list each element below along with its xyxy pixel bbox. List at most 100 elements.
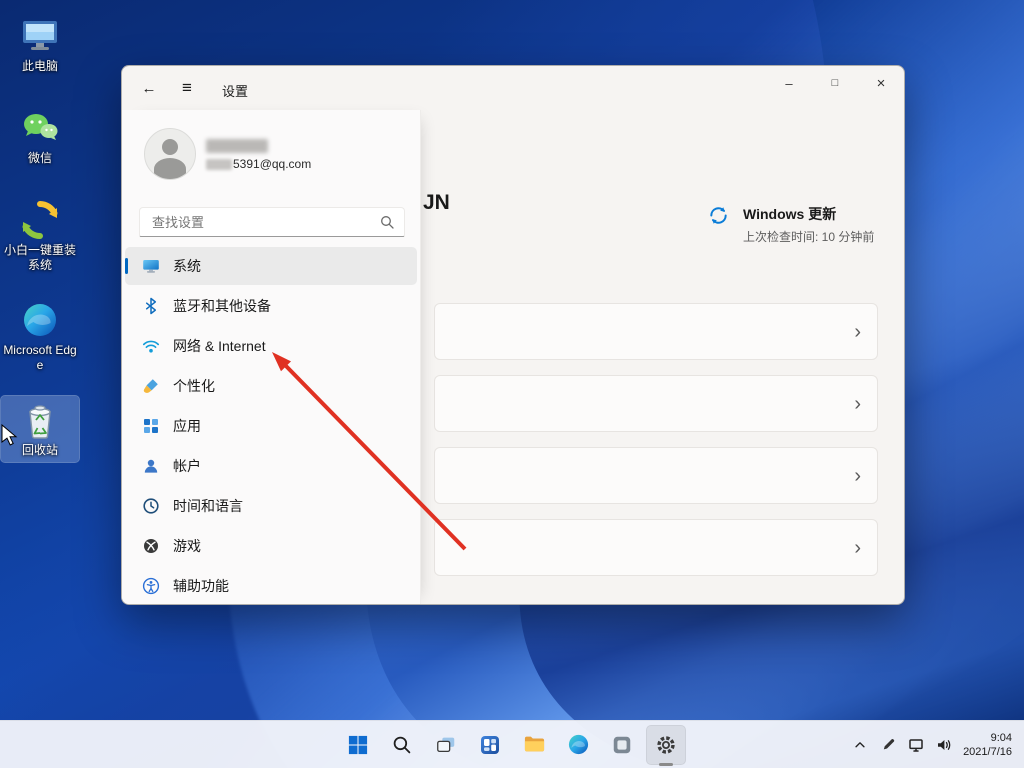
windows-update-status[interactable]: Windows 更新 上次检查时间: 10 分钟前 <box>707 204 874 245</box>
nav-item-personalization[interactable]: 个性化 <box>125 367 417 405</box>
settings-row[interactable]: › <box>434 375 878 432</box>
chevron-right-icon: › <box>854 464 861 487</box>
file-explorer-button[interactable] <box>514 725 554 765</box>
apps-grid-icon <box>142 417 160 435</box>
volume-tray-button[interactable] <box>931 726 957 764</box>
pen-icon <box>883 738 894 750</box>
search-icon <box>393 736 411 753</box>
widgets-button[interactable] <box>470 725 510 765</box>
hidden-icons-chevron[interactable] <box>847 726 873 764</box>
windows-update-icon <box>707 204 730 245</box>
clock-date: 2021/7/16 <box>963 745 1012 758</box>
avatar[interactable] <box>144 128 196 180</box>
nav-item-label: 辅助功能 <box>173 578 229 594</box>
user-email: 5391@qq.com <box>206 157 311 171</box>
windows-logo-icon <box>348 735 368 754</box>
nav-item-label: 游戏 <box>173 538 201 554</box>
display-icon <box>909 738 923 752</box>
taskbar: 9:04 2021/7/16 <box>0 720 1024 768</box>
taskbar-center-icons <box>338 721 686 768</box>
windows-update-title: Windows 更新 <box>743 206 837 222</box>
search-icon <box>380 215 394 229</box>
nav-item-system[interactable]: 系统 <box>125 247 417 285</box>
gear-icon <box>657 735 675 754</box>
nav-item-apps[interactable]: 应用 <box>125 407 417 445</box>
nav-item-label: 网络 & Internet <box>173 338 266 354</box>
start-button[interactable] <box>338 725 378 765</box>
desktop-icon-wechat[interactable]: 微信 <box>1 104 79 170</box>
user-name-redacted <box>206 139 268 153</box>
edge-taskbar-button[interactable] <box>558 725 598 765</box>
avatar-head <box>162 139 178 155</box>
window-controls: – □ × <box>766 66 904 100</box>
desktop-icon-xiaobai-reinstall[interactable]: 小白一键重装系统 <box>1 196 79 277</box>
reinstall-icon <box>19 200 61 240</box>
person-icon <box>142 457 160 475</box>
nav-item-bluetooth-devices[interactable]: 蓝牙和其他设备 <box>125 287 417 325</box>
window-titlebar: ← ≡ 设置 – □ × <box>122 66 904 110</box>
chevron-right-icon: › <box>854 392 861 415</box>
maximize-button[interactable]: □ <box>812 66 858 100</box>
settings-nav-list: 系统 蓝牙和其他设备 网络 & Internet 个性化 应用 帐户 时间和语言… <box>122 247 420 604</box>
window-title: 设置 <box>222 84 249 99</box>
wifi-icon <box>142 337 160 355</box>
recycle-bin-icon <box>19 400 61 440</box>
display-tray-button[interactable] <box>903 726 929 764</box>
taskbar-search-button[interactable] <box>382 725 422 765</box>
settings-row[interactable]: › <box>434 303 878 360</box>
search-input[interactable] <box>140 214 380 230</box>
settings-search-box <box>139 207 405 237</box>
desktop-icon-label: 小白一键重装系统 <box>3 243 76 272</box>
task-view-button[interactable] <box>426 725 466 765</box>
minimize-button[interactable]: – <box>766 66 812 100</box>
desktop-icon-recycle-bin[interactable]: 回收站 <box>0 395 80 463</box>
email-text: 5391@qq.com <box>233 157 312 171</box>
nav-item-label: 应用 <box>173 418 201 434</box>
desktop-icon-label: Microsoft Edge <box>3 343 77 372</box>
task-view-icon <box>437 737 455 752</box>
nav-item-label: 系统 <box>173 258 201 274</box>
taskbar-system-tray: 9:04 2021/7/16 <box>847 721 1020 768</box>
desktop-icon-this-pc[interactable]: 此电脑 <box>1 12 79 78</box>
settings-window: ← ≡ 设置 – □ × JN Windows 更新 上次检查时间: 10 分钟… <box>121 65 905 605</box>
close-button[interactable]: × <box>858 66 904 100</box>
desktop-icon-label: 此电脑 <box>21 59 58 73</box>
system-icon <box>142 257 160 275</box>
desktop: 此电脑 微信 小白一键重装系统 Microsoft Edge 回收站 ← ≡ 设… <box>0 0 1024 768</box>
nav-item-network-internet[interactable]: 网络 & Internet <box>125 327 417 365</box>
brush-icon <box>142 377 160 395</box>
wechat-icon <box>19 108 61 148</box>
settings-row[interactable]: › <box>434 519 878 576</box>
accessibility-icon <box>142 577 160 595</box>
settings-row[interactable]: › <box>434 447 878 504</box>
desktop-icon-label: 微信 <box>27 151 52 165</box>
back-button[interactable]: ← <box>134 74 164 102</box>
settings-taskbar-button[interactable] <box>646 724 686 765</box>
taskbar-clock[interactable]: 9:04 2021/7/16 <box>959 726 1020 764</box>
chevron-up-icon <box>855 741 865 747</box>
app-icon <box>613 736 631 753</box>
hamburger-menu-button[interactable]: ≡ <box>172 74 202 102</box>
nav-item-accessibility[interactable]: 辅助功能 <box>125 567 417 604</box>
nav-item-time-language[interactable]: 时间和语言 <box>125 487 417 525</box>
chevron-right-icon: › <box>854 320 861 343</box>
widgets-icon <box>481 735 499 754</box>
nav-item-accounts[interactable]: 帐户 <box>125 447 417 485</box>
desktop-icon-label: 回收站 <box>21 443 58 457</box>
nav-item-gaming[interactable]: 游戏 <box>125 527 417 565</box>
xbox-icon <box>142 537 160 555</box>
settings-nav-sidebar: 5391@qq.com 系统 <box>122 110 421 604</box>
pen-tray-button[interactable] <box>875 726 901 764</box>
edge-icon <box>568 734 588 755</box>
avatar-body <box>154 158 186 179</box>
clock-time: 9:04 <box>990 731 1012 744</box>
nav-item-label: 蓝牙和其他设备 <box>173 298 271 314</box>
desktop-icon-edge[interactable]: Microsoft Edge <box>1 296 79 377</box>
pinned-app-button[interactable] <box>602 725 642 765</box>
nav-item-label: 帐户 <box>173 458 201 474</box>
device-name-fragment: JN <box>423 191 450 214</box>
this-pc-icon <box>19 16 61 56</box>
email-prefix-redacted <box>206 158 232 170</box>
edge-icon <box>19 300 61 340</box>
nav-item-label: 个性化 <box>173 378 215 394</box>
